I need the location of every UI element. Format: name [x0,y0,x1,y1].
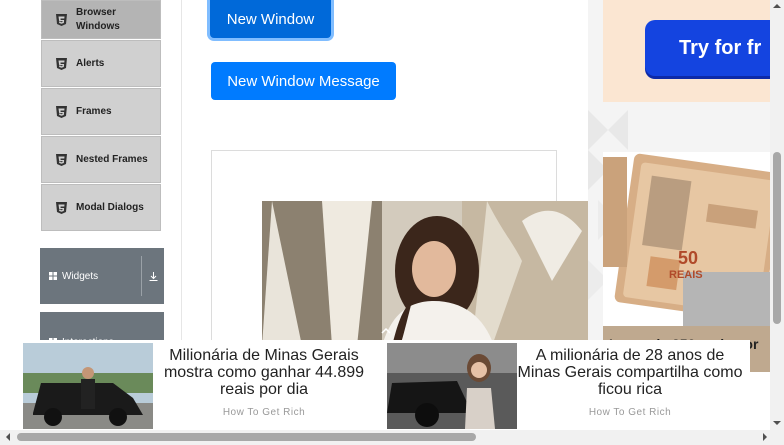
expand-toggle[interactable] [141,256,164,296]
download-arrow-icon [149,271,157,281]
svg-text:REAIS: REAIS [669,269,703,281]
sidebar-item-alerts[interactable]: Alerts [41,40,161,87]
native-ad-card[interactable]: Milionária de Minas Gerais mostra como g… [23,343,385,430]
native-ad-card[interactable]: A milionária de 28 anos de Minas Gerais … [387,343,750,430]
html5-icon [56,13,67,26]
new-window-message-button[interactable]: New Window Message [211,62,396,100]
native-ad-strip: Milionária de Minas Gerais mostra como g… [23,340,750,430]
sidebar-item-nested-frames[interactable]: Nested Frames [41,136,161,183]
page-left-margin [0,0,25,430]
html5-icon [56,57,67,70]
chevron-up-icon[interactable] [381,328,391,334]
html5-icon [56,153,67,166]
sidebar-item-label: Nested Frames [76,153,148,165]
sidebar-item-browser-windows[interactable]: Browser Windows [41,0,161,39]
horizontal-scroll-thumb[interactable] [17,433,476,441]
cta-ad-panel[interactable]: Try for fr [603,0,770,102]
grid-icon [49,272,57,280]
vertical-scroll-thumb[interactable] [773,152,781,324]
scroll-left-arrow-icon[interactable] [3,432,13,442]
sidebar-group-label: Widgets [62,270,99,282]
ad-source: How To Get Rich [222,407,306,418]
html5-icon [56,105,67,118]
banknotes-image: 50 REAIS [603,152,770,326]
scroll-down-arrow-icon[interactable] [772,418,782,428]
sidebar-item-label: Browser [76,6,117,18]
ad-thumbnail [23,343,153,429]
ad-source: How To Get Rich [588,407,672,418]
video-ad[interactable] [262,201,588,346]
ad-headline: Milionária de Minas Gerais mostra como g… [163,347,365,398]
video-ad-image [262,201,588,346]
sidebar-item-label: Windows [76,20,120,32]
money-ad-image[interactable]: 50 REAIS [603,152,770,326]
left-sidebar: Browser Windows Alerts Frames Nested Fra… [24,0,182,352]
scroll-right-arrow-icon[interactable] [760,432,770,442]
ad-thumbnail [387,343,517,429]
new-window-button[interactable]: New Window [210,0,331,38]
html5-icon [56,201,67,214]
sidebar-group-widgets[interactable]: Widgets [40,248,164,304]
try-for-free-button[interactable]: Try for fr [645,20,770,76]
ad-headline: A milionária de 28 anos de Minas Gerais … [517,347,743,398]
sidebar-item-frames[interactable]: Frames [41,88,161,135]
scroll-up-arrow-icon[interactable] [772,2,782,10]
sidebar-item-label: Modal Dialogs [76,201,144,213]
sidebar-item-label: Frames [76,105,112,117]
sidebar-item-label: Alerts [76,57,105,69]
svg-text:50: 50 [678,248,698,268]
sidebar-item-modal-dialogs[interactable]: Modal Dialogs [41,184,161,231]
